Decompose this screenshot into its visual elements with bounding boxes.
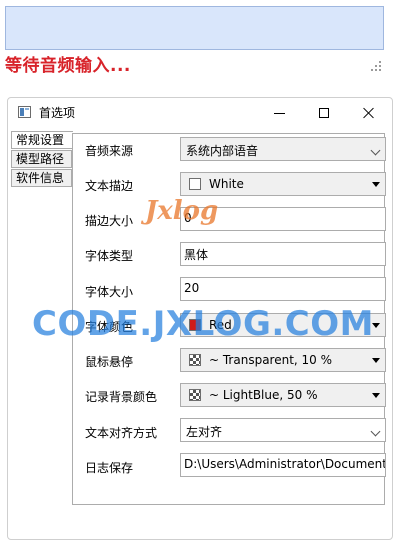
transparency-swatch-icon [189,389,201,401]
tab-software-info[interactable]: 软件信息 [11,169,72,187]
dropdown-arrow-icon [372,358,380,363]
close-button[interactable] [347,98,391,128]
app-icon [18,106,31,118]
minimize-icon [273,112,285,114]
font-size-label: 字体大小 [85,285,134,299]
hover-label: 鼠标悬停 [85,355,134,369]
window-title: 首选项 [39,106,76,120]
tab-label: 常规设置 [16,133,65,147]
maximize-icon [319,108,329,118]
stroke-size-label: 描边大小 [85,214,134,228]
tab-label: 模型路径 [16,152,65,166]
font-size-value: 20 [184,281,200,295]
resize-grip-icon[interactable] [370,60,382,72]
audio-source-select[interactable]: 系统内部语音 [180,137,386,161]
text-stroke-value: White [209,177,244,191]
status-text: 等待音频输入... [5,56,131,76]
log-save-label: 日志保存 [85,461,134,475]
text-align-value: 左对齐 [186,425,223,439]
text-stroke-color-picker[interactable]: White [180,172,386,196]
transcript-display-area [5,6,384,50]
font-type-label: 字体类型 [85,249,134,263]
title-bar[interactable]: 首选项 [8,98,392,128]
audio-source-value: 系统内部语音 [186,144,259,158]
log-save-value: D:\Users\Administrator\Documents [184,457,386,471]
font-size-input[interactable]: 20 [180,277,386,301]
chevron-down-icon [370,145,381,156]
text-align-label: 文本对齐方式 [85,426,158,440]
dropdown-arrow-icon [372,182,380,187]
dropdown-arrow-icon [372,393,380,398]
audio-source-label: 音频来源 [85,144,134,158]
log-save-path-input[interactable]: D:\Users\Administrator\Documents [180,453,386,477]
tab-model-path[interactable]: 模型路径 [11,150,72,168]
color-swatch-icon [189,178,201,190]
tab-general-settings[interactable]: 常规设置 [11,131,73,149]
text-stroke-label: 文本描边 [85,179,134,193]
transparency-swatch-icon [189,354,201,366]
maximize-button[interactable] [302,98,346,128]
watermark-text: CODE.JXLOG.COM [32,304,374,344]
record-bg-value: ~ LightBlue, 50 % [209,388,318,402]
hover-color-picker[interactable]: ~ Transparent, 10 % [180,348,386,372]
chevron-down-icon [370,426,381,437]
close-icon [363,107,375,119]
record-bg-color-picker[interactable]: ~ LightBlue, 50 % [180,383,386,407]
jxlog-logo: Jxlog [145,196,219,226]
hover-value: ~ Transparent, 10 % [209,353,333,367]
text-align-select[interactable]: 左对齐 [180,418,386,442]
font-type-value: 黑体 [184,248,209,262]
font-type-input[interactable]: 黑体 [180,242,386,266]
minimize-button[interactable] [257,98,301,128]
record-bg-label: 记录背景颜色 [85,390,158,404]
tab-label: 软件信息 [16,171,65,185]
